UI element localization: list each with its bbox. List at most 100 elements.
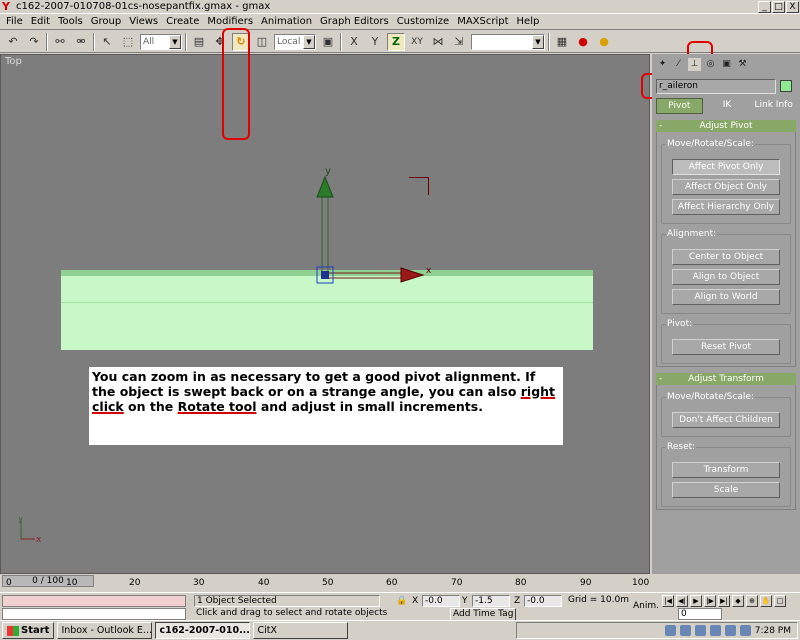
tray-network-icon[interactable] bbox=[664, 625, 676, 636]
affect-object-only-button[interactable]: Affect Object Only bbox=[672, 179, 780, 195]
start-button[interactable]: Start bbox=[2, 622, 55, 639]
taskbar-item-citx[interactable]: CitX bbox=[253, 622, 349, 639]
reference-coordinate-dropdown[interactable]: Local ▼ bbox=[274, 33, 316, 50]
dont-affect-children-button[interactable]: Don't Affect Children bbox=[672, 412, 780, 428]
selection-filter-dropdown[interactable]: All ▼ bbox=[140, 33, 182, 50]
go-to-end-icon[interactable]: ▶| bbox=[718, 595, 730, 607]
align-to-object-button[interactable]: Align to Object bbox=[672, 269, 780, 285]
display-tab-icon[interactable]: ▣ bbox=[720, 58, 733, 71]
previous-frame-icon[interactable]: ◀| bbox=[676, 595, 688, 607]
transform-move-label: Move/Rotate/Scale: bbox=[666, 392, 755, 402]
prompt-line: Click and drag to select and rotate obje… bbox=[196, 608, 388, 618]
affect-pivot-only-button[interactable]: Affect Pivot Only bbox=[672, 159, 780, 175]
transform-move-group: Move/Rotate/Scale: Don't Affect Children bbox=[661, 392, 791, 437]
tab-ik[interactable]: IK bbox=[705, 98, 750, 114]
menu-edit[interactable]: Edit bbox=[27, 16, 54, 27]
restrict-x-button[interactable]: X bbox=[345, 33, 363, 51]
status-bar: 1 Object Selected Click and drag to sele… bbox=[0, 592, 800, 621]
motion-tab-icon[interactable]: ◎ bbox=[704, 58, 717, 71]
reset-scale-button[interactable]: Scale bbox=[672, 482, 780, 498]
modify-tab-icon[interactable]: ⁄ bbox=[672, 58, 685, 71]
menu-tools[interactable]: Tools bbox=[54, 16, 87, 27]
adjust-pivot-rollout-header[interactable]: - Adjust Pivot bbox=[656, 120, 796, 132]
tab-pivot[interactable]: Pivot bbox=[656, 98, 703, 114]
pivot-point-center-icon[interactable]: ▣ bbox=[319, 33, 337, 51]
next-frame-icon[interactable]: |▶ bbox=[704, 595, 716, 607]
center-to-object-button[interactable]: Center to Object bbox=[672, 249, 780, 265]
coord-y-field[interactable]: -1.5 bbox=[472, 595, 510, 607]
align-icon[interactable]: ⇲ bbox=[450, 33, 468, 51]
menu-views[interactable]: Views bbox=[125, 16, 162, 27]
reset-transform-button[interactable]: Transform bbox=[672, 462, 780, 478]
viewport-label[interactable]: Top bbox=[5, 56, 22, 67]
quick-render-icon[interactable]: ● bbox=[595, 33, 613, 51]
taskbar-item-gmax[interactable]: c162-2007-010... bbox=[155, 622, 251, 639]
main-toolbar: ↶ ↷ ⚯ ⚮ ↖ ⬚ All ▼ ▤ ✥ ↻ ◫ Local ▼ ▣ X Y … bbox=[0, 31, 800, 53]
tab-link-info[interactable]: Link Info bbox=[751, 98, 796, 114]
adjust-transform-rollout-header[interactable]: - Adjust Transform bbox=[656, 373, 796, 385]
menu-file[interactable]: File bbox=[2, 16, 27, 27]
menu-modifiers[interactable]: Modifiers bbox=[203, 16, 257, 27]
toolbar-separator bbox=[46, 32, 48, 51]
object-name-field[interactable]: r_aileron bbox=[656, 78, 776, 94]
coord-x-field[interactable]: -0.0 bbox=[422, 595, 460, 607]
align-to-world-button[interactable]: Align to World bbox=[672, 289, 780, 305]
hierarchy-tab-icon[interactable]: ⊥ bbox=[688, 57, 701, 71]
toolbar-separator bbox=[185, 32, 187, 51]
tray-volume-icon[interactable] bbox=[679, 625, 691, 636]
redo-icon[interactable]: ↷ bbox=[25, 33, 43, 51]
tray-messenger-icon[interactable] bbox=[709, 625, 721, 636]
lock-selection-icon[interactable]: 🔒 bbox=[396, 595, 407, 607]
restrict-z-button[interactable]: Z bbox=[387, 32, 405, 51]
region-select-icon[interactable]: ⬚ bbox=[119, 33, 137, 51]
menu-bar: File Edit Tools Group Views Create Modif… bbox=[0, 14, 800, 30]
menu-group[interactable]: Group bbox=[87, 16, 125, 27]
tray-update-icon[interactable] bbox=[724, 625, 736, 636]
named-selection-dropdown[interactable]: ▼ bbox=[471, 33, 545, 50]
pan-viewport-icon[interactable]: ✋ bbox=[760, 595, 772, 607]
key-mode-icon[interactable]: ◆ bbox=[732, 595, 744, 607]
undo-icon[interactable]: ↶ bbox=[4, 33, 22, 51]
material-editor-icon[interactable]: ▦ bbox=[553, 33, 571, 51]
tray-security-icon[interactable] bbox=[694, 625, 706, 636]
go-to-start-icon[interactable]: |◀ bbox=[662, 595, 674, 607]
create-tab-icon[interactable]: ✦ bbox=[656, 58, 669, 71]
menu-graph-editors[interactable]: Graph Editors bbox=[316, 16, 393, 27]
taskbar-item-outlook[interactable]: Inbox - Outlook E... bbox=[57, 622, 153, 639]
zoom-viewport-icon[interactable]: ⊕ bbox=[746, 595, 758, 607]
minimize-button[interactable]: _ bbox=[758, 0, 771, 13]
aileron-edge-line bbox=[61, 302, 593, 303]
select-and-link-icon[interactable]: ⚯ bbox=[51, 33, 69, 51]
menu-animation[interactable]: Animation bbox=[257, 16, 316, 27]
menu-help[interactable]: Help bbox=[513, 16, 544, 27]
maximize-button[interactable]: □ bbox=[772, 0, 785, 13]
play-icon[interactable]: ▶ bbox=[690, 595, 702, 607]
restrict-xy-button[interactable]: XY bbox=[408, 33, 426, 51]
reset-pivot-button[interactable]: Reset Pivot bbox=[672, 339, 780, 355]
render-icon[interactable]: ● bbox=[574, 33, 592, 51]
menu-create[interactable]: Create bbox=[162, 16, 203, 27]
maxscript-listener-mini[interactable] bbox=[2, 595, 186, 607]
maxscript-output-mini[interactable] bbox=[2, 608, 186, 620]
utilities-tab-icon[interactable]: ⚒ bbox=[736, 58, 749, 71]
select-by-name-icon[interactable]: ▤ bbox=[190, 33, 208, 51]
affect-hierarchy-only-button[interactable]: Affect Hierarchy Only bbox=[672, 199, 780, 215]
menu-customize[interactable]: Customize bbox=[393, 16, 454, 27]
menu-maxscript[interactable]: MAXScript bbox=[453, 16, 512, 27]
select-and-scale-icon[interactable]: ◫ bbox=[253, 33, 271, 51]
tray-antivirus-icon[interactable] bbox=[739, 625, 751, 636]
gmax-app-icon[interactable]: Y bbox=[2, 1, 13, 12]
animate-button[interactable]: Anim. bbox=[632, 597, 660, 617]
maximize-viewport-icon[interactable]: □ bbox=[774, 595, 786, 607]
restrict-y-button[interactable]: Y bbox=[366, 33, 384, 51]
current-frame-field[interactable]: 0 bbox=[678, 608, 722, 620]
mirror-icon[interactable]: ⋈ bbox=[429, 33, 447, 51]
coord-z-field[interactable]: -0.0 bbox=[524, 595, 562, 607]
close-button[interactable]: X bbox=[786, 0, 799, 13]
top-viewport[interactable]: Top y x You can zoom in as necessary to … bbox=[0, 54, 650, 574]
object-color-swatch[interactable] bbox=[780, 80, 792, 92]
pivot-gizmo[interactable]: y x bbox=[301, 161, 441, 291]
clock[interactable]: 7:28 PM bbox=[755, 626, 791, 636]
unlink-icon[interactable]: ⚮ bbox=[72, 33, 90, 51]
select-object-icon[interactable]: ↖ bbox=[98, 33, 116, 51]
